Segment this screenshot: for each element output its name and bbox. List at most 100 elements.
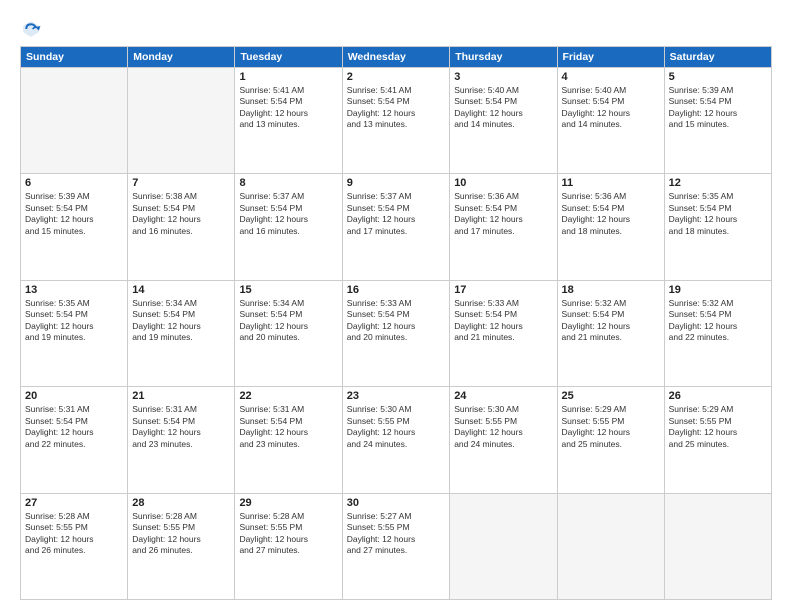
- logo: [20, 18, 46, 40]
- day-number: 1: [239, 71, 337, 83]
- day-info: Sunrise: 5:29 AM Sunset: 5:55 PM Dayligh…: [669, 404, 767, 450]
- day-number: 11: [562, 177, 660, 189]
- day-info: Sunrise: 5:39 AM Sunset: 5:54 PM Dayligh…: [25, 191, 123, 237]
- calendar-day-cell: 25 Sunrise: 5:29 AM Sunset: 5:55 PM Dayli…: [557, 387, 664, 493]
- calendar-day-cell: 27 Sunrise: 5:28 AM Sunset: 5:55 PM Dayli…: [21, 493, 128, 599]
- day-number: 12: [669, 177, 767, 189]
- calendar-day-cell: 11 Sunrise: 5:36 AM Sunset: 5:54 PM Dayli…: [557, 174, 664, 280]
- calendar-day-cell: 12Sunrise: 5:35 AM Sunset: 5:54 PM Dayli…: [664, 174, 771, 280]
- weekday-header: Monday: [128, 47, 235, 68]
- day-info: Sunrise: 5:32 AM Sunset: 5:54 PM Dayligh…: [562, 298, 660, 344]
- day-number: 15: [239, 284, 337, 296]
- calendar-week-row: 27 Sunrise: 5:28 AM Sunset: 5:55 PM Dayli…: [21, 493, 772, 599]
- day-info: Sunrise: 5:41 AM Sunset: 5:54 PM Dayligh…: [347, 85, 445, 131]
- calendar-day-cell: 14 Sunrise: 5:34 AM Sunset: 5:54 PM Dayli…: [128, 280, 235, 386]
- calendar-day-cell: 15 Sunrise: 5:34 AM Sunset: 5:54 PM Dayli…: [235, 280, 342, 386]
- day-number: 18: [562, 284, 660, 296]
- day-info: Sunrise: 5:27 AM Sunset: 5:55 PM Dayligh…: [347, 511, 445, 557]
- day-info: Sunrise: 5:31 AM Sunset: 5:54 PM Dayligh…: [132, 404, 230, 450]
- calendar-header-row: SundayMondayTuesdayWednesdayThursdayFrid…: [21, 47, 772, 68]
- day-info: Sunrise: 5:32 AM Sunset: 5:54 PM Dayligh…: [669, 298, 767, 344]
- calendar-day-cell: 16 Sunrise: 5:33 AM Sunset: 5:54 PM Dayli…: [342, 280, 449, 386]
- day-info: Sunrise: 5:37 AM Sunset: 5:54 PM Dayligh…: [347, 191, 445, 237]
- logo-icon: [20, 18, 42, 40]
- calendar-day-cell: 20 Sunrise: 5:31 AM Sunset: 5:54 PM Dayli…: [21, 387, 128, 493]
- calendar-day-cell: 10 Sunrise: 5:36 AM Sunset: 5:54 PM Dayli…: [450, 174, 557, 280]
- day-number: 3: [454, 71, 552, 83]
- calendar-day-cell: 2Sunrise: 5:41 AM Sunset: 5:54 PM Daylig…: [342, 68, 449, 174]
- calendar-day-cell: 22 Sunrise: 5:31 AM Sunset: 5:54 PM Dayli…: [235, 387, 342, 493]
- day-number: 25: [562, 390, 660, 402]
- day-number: 6: [25, 177, 123, 189]
- calendar-day-cell: 21 Sunrise: 5:31 AM Sunset: 5:54 PM Dayli…: [128, 387, 235, 493]
- day-info: Sunrise: 5:39 AM Sunset: 5:54 PM Dayligh…: [669, 85, 767, 131]
- header: [20, 18, 772, 40]
- day-number: 14: [132, 284, 230, 296]
- calendar-day-cell: 23Sunrise: 5:30 AM Sunset: 5:55 PM Dayli…: [342, 387, 449, 493]
- day-number: 22: [239, 390, 337, 402]
- weekday-header: Sunday: [21, 47, 128, 68]
- calendar-day-cell: 13 Sunrise: 5:35 AM Sunset: 5:54 PM Dayli…: [21, 280, 128, 386]
- weekday-header: Saturday: [664, 47, 771, 68]
- day-info: Sunrise: 5:37 AM Sunset: 5:54 PM Dayligh…: [239, 191, 337, 237]
- weekday-header: Thursday: [450, 47, 557, 68]
- day-number: 13: [25, 284, 123, 296]
- calendar-day-cell: 3 Sunrise: 5:40 AM Sunset: 5:54 PM Daylig…: [450, 68, 557, 174]
- day-number: 23: [347, 390, 445, 402]
- calendar-day-cell: 29 Sunrise: 5:28 AM Sunset: 5:55 PM Dayli…: [235, 493, 342, 599]
- day-number: 4: [562, 71, 660, 83]
- calendar-day-cell: 17 Sunrise: 5:33 AM Sunset: 5:54 PM Dayli…: [450, 280, 557, 386]
- day-number: 29: [239, 497, 337, 509]
- day-info: Sunrise: 5:31 AM Sunset: 5:54 PM Dayligh…: [239, 404, 337, 450]
- day-number: 28: [132, 497, 230, 509]
- day-info: Sunrise: 5:41 AM Sunset: 5:54 PM Dayligh…: [239, 85, 337, 131]
- day-number: 10: [454, 177, 552, 189]
- calendar-week-row: 6 Sunrise: 5:39 AM Sunset: 5:54 PM Daylig…: [21, 174, 772, 280]
- day-info: Sunrise: 5:28 AM Sunset: 5:55 PM Dayligh…: [239, 511, 337, 557]
- day-info: Sunrise: 5:36 AM Sunset: 5:54 PM Dayligh…: [454, 191, 552, 237]
- day-info: Sunrise: 5:33 AM Sunset: 5:54 PM Dayligh…: [347, 298, 445, 344]
- day-info: Sunrise: 5:40 AM Sunset: 5:54 PM Dayligh…: [562, 85, 660, 131]
- weekday-header: Wednesday: [342, 47, 449, 68]
- calendar-day-cell: [664, 493, 771, 599]
- day-number: 26: [669, 390, 767, 402]
- calendar-day-cell: 5 Sunrise: 5:39 AM Sunset: 5:54 PM Daylig…: [664, 68, 771, 174]
- day-info: Sunrise: 5:29 AM Sunset: 5:55 PM Dayligh…: [562, 404, 660, 450]
- calendar-week-row: 20 Sunrise: 5:31 AM Sunset: 5:54 PM Dayli…: [21, 387, 772, 493]
- calendar-day-cell: 4 Sunrise: 5:40 AM Sunset: 5:54 PM Daylig…: [557, 68, 664, 174]
- day-number: 27: [25, 497, 123, 509]
- day-info: Sunrise: 5:28 AM Sunset: 5:55 PM Dayligh…: [25, 511, 123, 557]
- day-number: 24: [454, 390, 552, 402]
- calendar-day-cell: 18 Sunrise: 5:32 AM Sunset: 5:54 PM Dayli…: [557, 280, 664, 386]
- calendar-day-cell: 19 Sunrise: 5:32 AM Sunset: 5:54 PM Dayli…: [664, 280, 771, 386]
- day-info: Sunrise: 5:34 AM Sunset: 5:54 PM Dayligh…: [132, 298, 230, 344]
- calendar-week-row: 1 Sunrise: 5:41 AM Sunset: 5:54 PM Daylig…: [21, 68, 772, 174]
- day-info: Sunrise: 5:40 AM Sunset: 5:54 PM Dayligh…: [454, 85, 552, 131]
- day-number: 17: [454, 284, 552, 296]
- day-info: Sunrise: 5:30 AM Sunset: 5:55 PM Dayligh…: [454, 404, 552, 450]
- calendar-day-cell: 30Sunrise: 5:27 AM Sunset: 5:55 PM Dayli…: [342, 493, 449, 599]
- calendar-day-cell: [21, 68, 128, 174]
- day-info: Sunrise: 5:34 AM Sunset: 5:54 PM Dayligh…: [239, 298, 337, 344]
- weekday-header: Tuesday: [235, 47, 342, 68]
- day-info: Sunrise: 5:36 AM Sunset: 5:54 PM Dayligh…: [562, 191, 660, 237]
- page: SundayMondayTuesdayWednesdayThursdayFrid…: [0, 0, 792, 612]
- calendar-day-cell: 24 Sunrise: 5:30 AM Sunset: 5:55 PM Dayli…: [450, 387, 557, 493]
- calendar-week-row: 13 Sunrise: 5:35 AM Sunset: 5:54 PM Dayli…: [21, 280, 772, 386]
- calendar-day-cell: 26 Sunrise: 5:29 AM Sunset: 5:55 PM Dayli…: [664, 387, 771, 493]
- calendar-day-cell: [128, 68, 235, 174]
- day-number: 7: [132, 177, 230, 189]
- day-info: Sunrise: 5:31 AM Sunset: 5:54 PM Dayligh…: [25, 404, 123, 450]
- day-info: Sunrise: 5:33 AM Sunset: 5:54 PM Dayligh…: [454, 298, 552, 344]
- calendar-day-cell: 28 Sunrise: 5:28 AM Sunset: 5:55 PM Dayli…: [128, 493, 235, 599]
- calendar-day-cell: [557, 493, 664, 599]
- calendar-day-cell: 1 Sunrise: 5:41 AM Sunset: 5:54 PM Daylig…: [235, 68, 342, 174]
- day-number: 16: [347, 284, 445, 296]
- day-number: 20: [25, 390, 123, 402]
- day-number: 19: [669, 284, 767, 296]
- day-number: 5: [669, 71, 767, 83]
- day-info: Sunrise: 5:28 AM Sunset: 5:55 PM Dayligh…: [132, 511, 230, 557]
- day-info: Sunrise: 5:35 AM Sunset: 5:54 PM Dayligh…: [25, 298, 123, 344]
- day-info: Sunrise: 5:38 AM Sunset: 5:54 PM Dayligh…: [132, 191, 230, 237]
- day-number: 21: [132, 390, 230, 402]
